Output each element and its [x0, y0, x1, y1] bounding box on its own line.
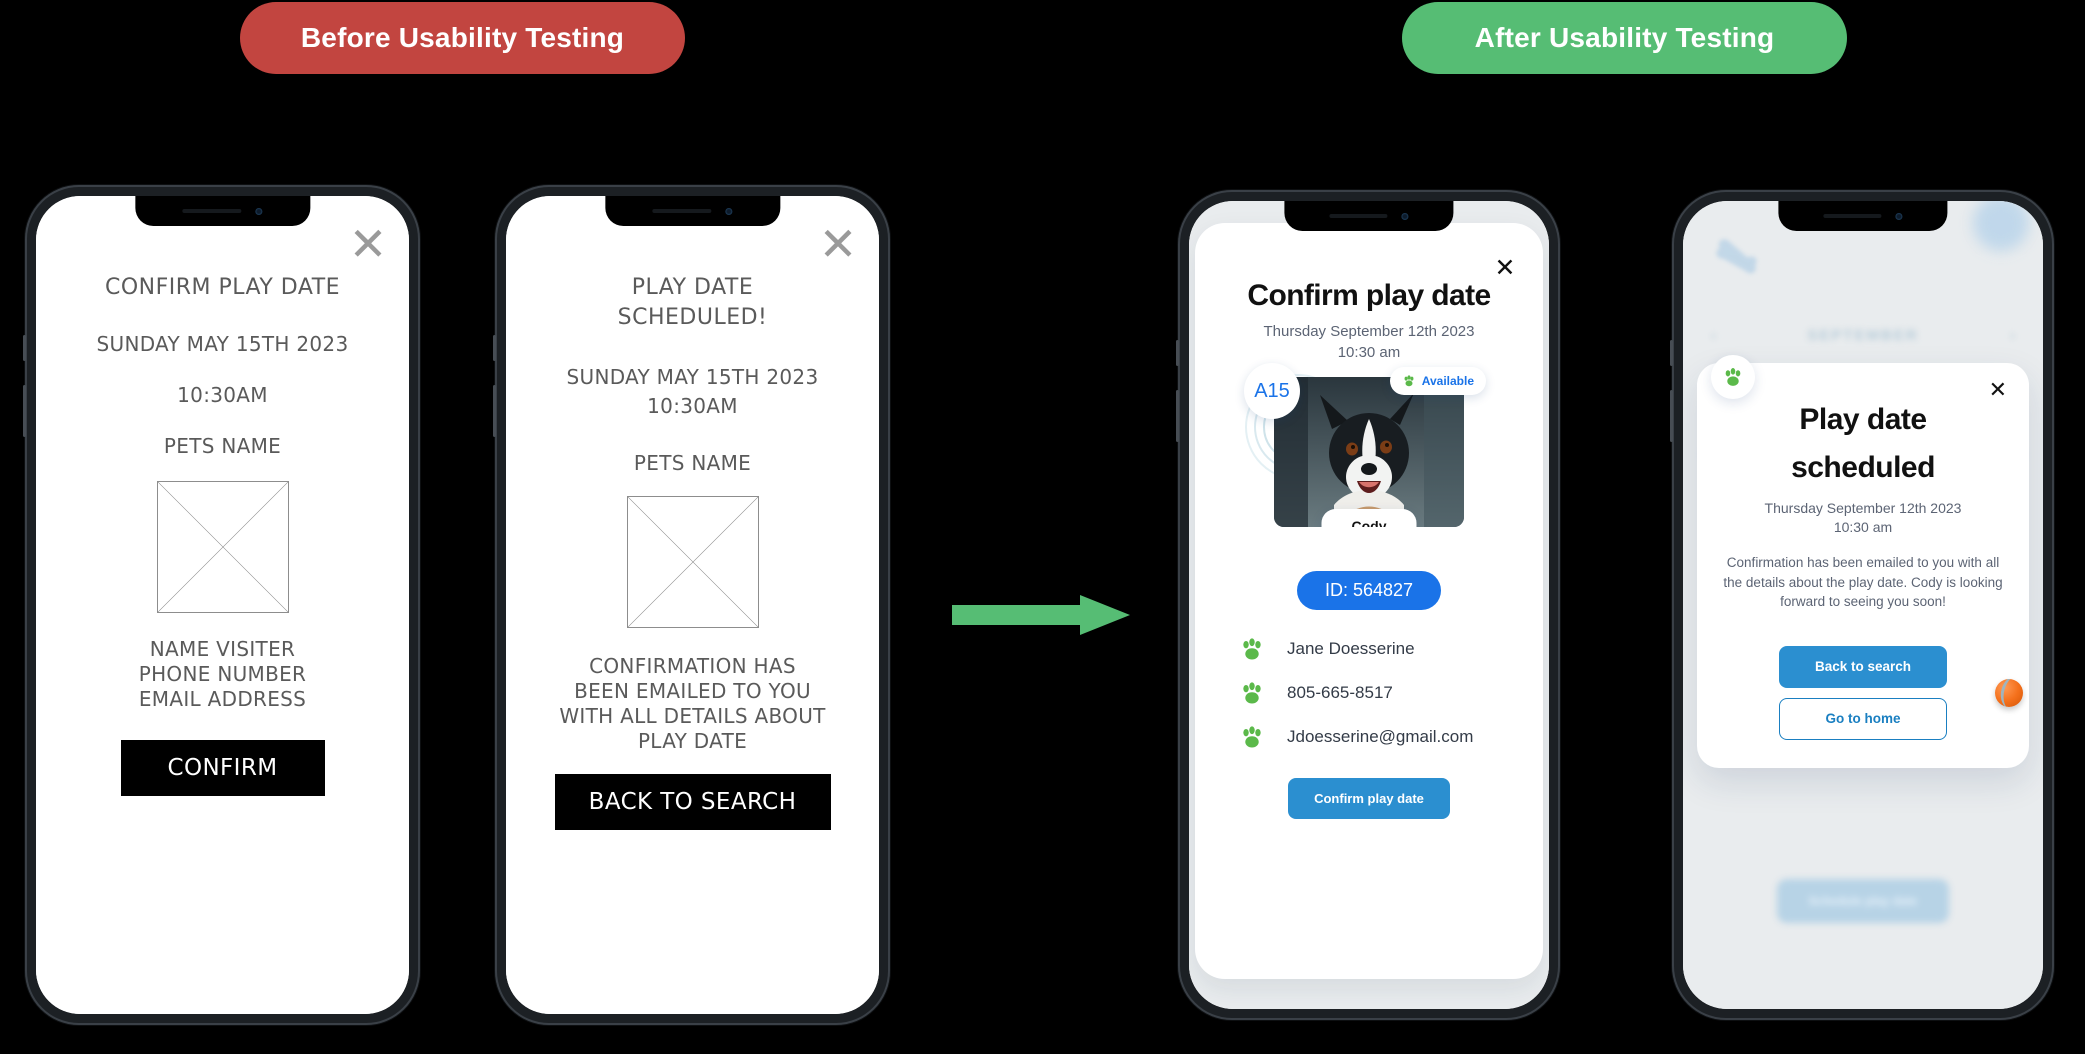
dog-photo-illustration: [1274, 377, 1464, 527]
pet-photo: Cody: [1274, 377, 1464, 527]
next-month-chevron-icon[interactable]: ›: [2010, 327, 2015, 344]
contact-name: Jane Doesserine: [1287, 639, 1415, 658]
phone-notch: [134, 196, 311, 226]
earpiece-speaker: [1329, 214, 1388, 218]
phone-screen-before-2: ✕ PLAY DATE SCHEDULED! SUNDAY MAY 15TH 2…: [506, 196, 879, 1014]
confirm-play-date-screen: ✕ Confirm play date Thursday September 1…: [1189, 201, 1549, 1009]
paw-icon: [1404, 375, 1414, 387]
confirm-button[interactable]: CONFIRM: [120, 739, 325, 796]
wf2-msg-0: CONFIRMATION HAS: [589, 654, 796, 678]
transition-arrow-icon: [952, 595, 1130, 635]
phone-screen-after-2: ‹ SEPTEMBER › Schedule play date ✕ Play …: [1683, 201, 2043, 1009]
status-badge: Available: [1389, 367, 1486, 395]
appointment-time: 10:30 am: [1337, 344, 1401, 361]
earpiece-speaker: [182, 209, 242, 213]
wf1-field-1: PHONE NUMBER: [138, 661, 307, 686]
modal-body-text: Confirmation has been emailed to you wit…: [1723, 555, 2003, 610]
wf1-date: SUNDAY MAY 15TH 2023: [96, 331, 349, 356]
play-date-scheduled-screen: ‹ SEPTEMBER › Schedule play date ✕ Play …: [1683, 201, 2043, 1009]
wf2-title-line1: PLAY DATE: [631, 275, 754, 300]
contact-email: Jdoesserine@gmail.com: [1287, 727, 1474, 746]
paw-icon: [1243, 638, 1261, 660]
front-camera: [255, 207, 263, 215]
wf2-msg-1: BEEN EMAILED TO YOU: [574, 679, 811, 703]
id-badge: ID: 564827: [1296, 571, 1442, 610]
before-badge: Before Usability Testing: [240, 2, 685, 74]
front-camera: [1895, 212, 1903, 220]
wf2-msg-2: WITH ALL DETAILS ABOUT: [559, 704, 826, 728]
appointment-date: Thursday September 12th 2023: [1263, 323, 1475, 340]
paw-icon: [1243, 726, 1261, 748]
wf2-date: SUNDAY MAY 15TH 2023: [566, 365, 819, 389]
back-to-search-button[interactable]: BACK TO SEARCH: [554, 774, 831, 830]
pet-photo-block: Cody A15 Available: [1244, 363, 1486, 527]
image-placeholder: [626, 496, 759, 628]
back-to-search-button[interactable]: Back to search: [1779, 645, 1947, 688]
earpiece-speaker: [1823, 214, 1882, 218]
list-item: Jane Doesserine: [1239, 636, 1523, 662]
kennel-badge: A15: [1244, 363, 1300, 419]
modal-time: 10:30 am: [1833, 519, 1893, 536]
phone-frame-before-2: ✕ PLAY DATE SCHEDULED! SUNDAY MAY 15TH 2…: [493, 185, 890, 1025]
wf2-title-line2: SCHEDULED!: [617, 304, 768, 330]
phone-screen-after-1: ✕ Confirm play date Thursday September 1…: [1189, 201, 1549, 1009]
phone-frame-before-1: ✕ CONFIRM PLAY DATE SUNDAY MAY 15TH 2023…: [23, 185, 420, 1025]
scheduled-modal: ✕ Play date scheduled Thursday September…: [1697, 355, 2029, 768]
wf1-pet-label: PETS NAME: [163, 433, 282, 458]
decorative-circle: [1973, 201, 2029, 251]
pet-name-chip: Cody: [1321, 509, 1417, 527]
page-title: Confirm play date: [1247, 279, 1491, 312]
contact-phone: 805-665-8517: [1287, 683, 1393, 702]
tennis-ball-icon: [1995, 679, 2023, 707]
front-camera: [1401, 212, 1409, 220]
comparison-board: Before Usability Testing After Usability…: [0, 0, 2085, 1054]
confirm-play-date-button[interactable]: Confirm play date: [1288, 778, 1450, 819]
paw-badge: [1711, 355, 1755, 399]
schedule-play-date-button[interactable]: Schedule play date: [1777, 879, 1949, 923]
front-camera: [725, 207, 733, 215]
status-badge-label: Available: [1421, 374, 1474, 388]
close-icon[interactable]: ✕: [815, 221, 861, 268]
wf2-msg-3: PLAY DATE: [637, 729, 748, 753]
wf2-time: 10:30AM: [647, 394, 738, 418]
after-badge: After Usability Testing: [1402, 2, 1847, 74]
wf1-title: CONFIRM PLAY DATE: [104, 275, 341, 300]
list-item: 805-665-8517: [1239, 680, 1523, 706]
close-icon[interactable]: ✕: [1493, 256, 1517, 281]
phone-notch: [1284, 201, 1454, 231]
confirm-card: ✕ Confirm play date Thursday September 1…: [1195, 223, 1543, 979]
wf1-field-2: EMAIL ADDRESS: [138, 686, 307, 711]
phone-screen-before-1: ✕ CONFIRM PLAY DATE SUNDAY MAY 15TH 2023…: [36, 196, 409, 1014]
modal-title-line1: Play date: [1799, 403, 1927, 436]
earpiece-speaker: [652, 209, 712, 213]
contact-list: Jane Doesserine 805-665-8517 Jdoesserine…: [1215, 636, 1523, 750]
phone-frame-after-2: ‹ SEPTEMBER › Schedule play date ✕ Play …: [1670, 190, 2054, 1020]
phone-notch: [604, 196, 781, 226]
image-placeholder: [156, 480, 289, 613]
phone-frame-after-1: ✕ Confirm play date Thursday September 1…: [1176, 190, 1560, 1020]
wireframe-scheduled-screen: ✕ PLAY DATE SCHEDULED! SUNDAY MAY 15TH 2…: [506, 196, 879, 1014]
modal-date: Thursday September 12th 2023: [1764, 500, 1962, 517]
close-icon[interactable]: ✕: [345, 221, 391, 268]
paw-icon: [1243, 682, 1261, 704]
bone-icon: [1716, 239, 1757, 274]
wf2-pet-label: PETS NAME: [633, 451, 752, 475]
list-item: Jdoesserine@gmail.com: [1239, 724, 1523, 750]
calendar-month-label: SEPTEMBER: [1807, 327, 1919, 344]
phone-notch: [1778, 201, 1948, 231]
paw-icon: [1725, 368, 1741, 386]
close-icon[interactable]: ✕: [1989, 379, 2007, 401]
wf1-field-0: NAME VISITER: [149, 636, 296, 661]
go-to-home-button[interactable]: Go to home: [1779, 697, 1947, 740]
after-badge-label: After Usability Testing: [1474, 22, 1775, 53]
wireframe-confirm-screen: ✕ CONFIRM PLAY DATE SUNDAY MAY 15TH 2023…: [36, 196, 409, 1014]
wf1-time: 10:30AM: [177, 382, 268, 407]
before-badge-label: Before Usability Testing: [300, 22, 625, 53]
modal-title-line2: scheduled: [1791, 450, 1935, 484]
